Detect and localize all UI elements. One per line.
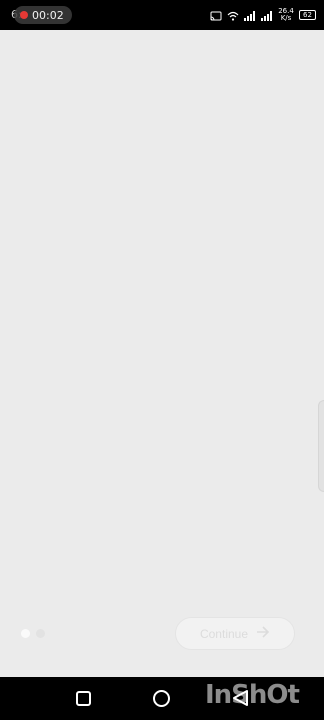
cast-icon xyxy=(210,6,222,25)
recording-timer: 00:02 xyxy=(32,8,64,22)
home-icon[interactable] xyxy=(153,690,170,707)
page-dot-inactive xyxy=(36,629,45,638)
signal-icon xyxy=(244,6,256,25)
recent-apps-icon[interactable] xyxy=(76,691,91,706)
recording-dot-icon xyxy=(20,11,28,19)
arrow-right-icon xyxy=(256,626,270,641)
continue-button[interactable]: Continue xyxy=(175,617,295,650)
screen-recording-indicator[interactable]: 00:02 xyxy=(14,6,72,24)
network-speed-unit: K/s xyxy=(280,14,292,22)
page-indicator xyxy=(21,629,45,638)
status-icons: 26.4 K/s 62 xyxy=(210,6,316,24)
network-speed: 26.4 K/s xyxy=(278,8,294,22)
edge-panel-handle[interactable] xyxy=(318,400,324,492)
battery-icon: 62 xyxy=(299,10,316,20)
navigation-bar: InShOt xyxy=(0,677,324,720)
continue-label: Continue xyxy=(199,626,249,641)
wifi-icon xyxy=(227,6,239,25)
onboarding-screen xyxy=(0,30,324,677)
inshot-watermark: InShOt xyxy=(205,680,300,710)
signal-icon-2 xyxy=(261,6,273,25)
status-bar: 6: 00:02 26.4 K/s 62 xyxy=(0,0,324,30)
page-dot-active xyxy=(21,629,30,638)
